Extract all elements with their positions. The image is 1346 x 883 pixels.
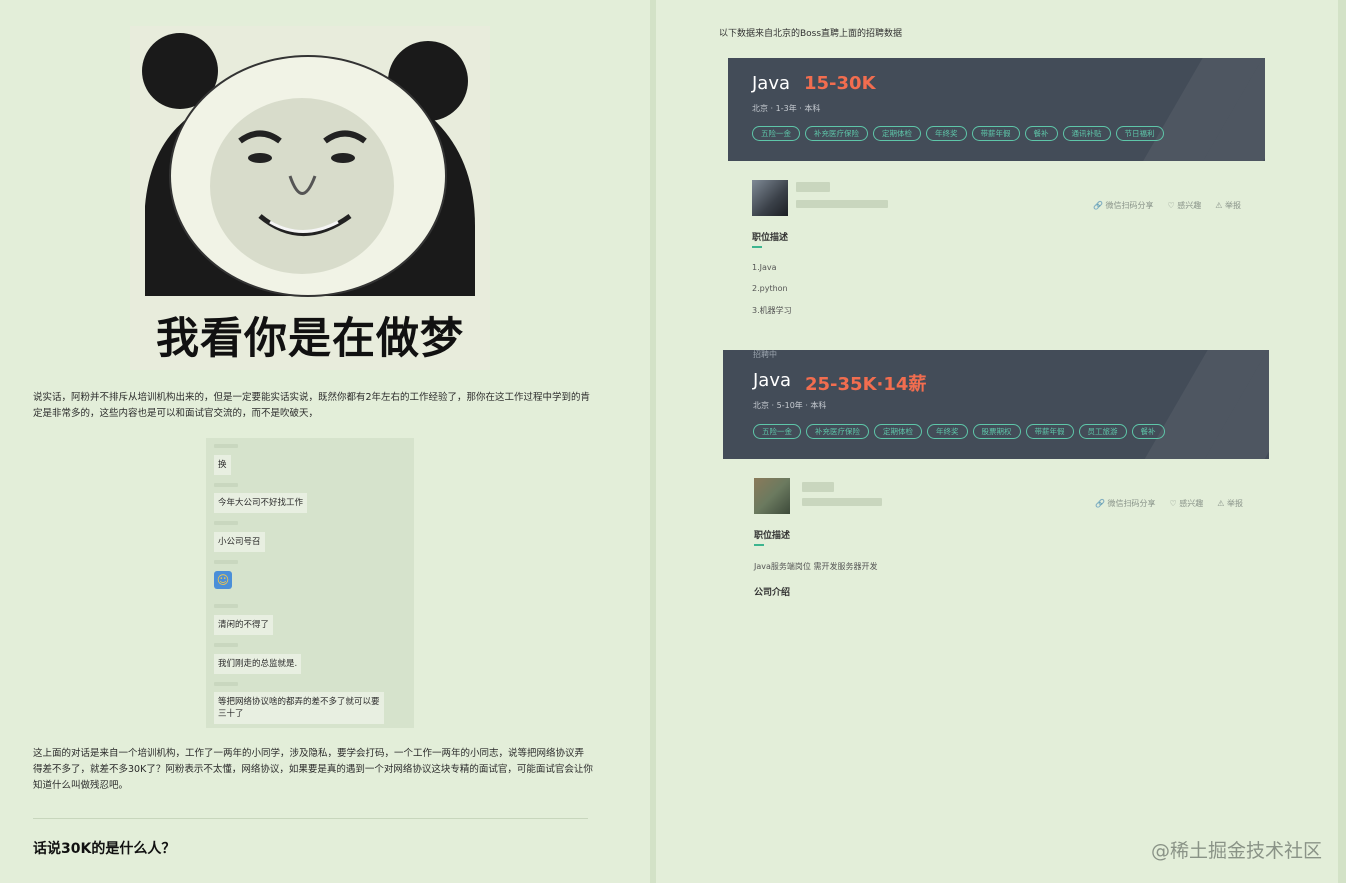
share-link[interactable]: 🔗 微信扫码分享 [1095, 498, 1156, 509]
job-desc-line: 3.机器学习 [752, 306, 792, 315]
benefit-tag: 年终奖 [927, 424, 968, 439]
chat-message: 换 [214, 455, 231, 475]
section-title-company: 公司介绍 [754, 588, 791, 598]
benefit-tags: 五险一金 补充医疗保险 定期体检 年终奖 股票期权 带薪年假 员工旅游 餐补 [753, 424, 1165, 439]
blurred-name [214, 604, 238, 608]
blurred-name [796, 182, 830, 192]
job-desc-line: 2.python [752, 284, 788, 293]
avatar [752, 180, 788, 216]
section-title: 职位描述 [754, 531, 791, 541]
section-title: 职位描述 [752, 233, 789, 243]
blurred-name [214, 560, 238, 564]
job-salary: 15-30K [804, 73, 876, 94]
benefit-tag: 员工旅游 [1078, 424, 1127, 439]
emoji-icon: ☺ [214, 571, 232, 589]
chat-message: 清闲的不得了 [214, 615, 274, 635]
blurred-name [214, 444, 238, 448]
benefit-tag: 餐补 [1024, 126, 1058, 141]
page-edge [1338, 0, 1346, 883]
panda-meme-image: 我看你是在做梦 [130, 26, 490, 370]
chat-message: 我们刚走的总监就是. [214, 654, 302, 674]
blurred-info [796, 200, 888, 208]
blurred-name [214, 521, 238, 525]
report-label: 举报 [1226, 499, 1243, 508]
chat-message: 今年大公司不好找工作 [214, 493, 308, 513]
benefit-tag: 带薪年假 [1025, 424, 1074, 439]
section-underline [752, 246, 762, 248]
benefit-tag: 节日福利 [1115, 126, 1164, 141]
job-desc-line: 1.Java [752, 263, 777, 272]
job-actions: 🔗 微信扫码分享 ♡ 感兴趣 ⚠ 举报 [1095, 498, 1243, 509]
job-banner-1: Java 15-30K 北京 · 1-3年 · 本科 五险一金 补充医疗保险 定… [728, 58, 1265, 161]
meme-caption: 我看你是在做梦 [156, 314, 464, 364]
job-meta: 北京 · 5-10年 · 本科 [753, 401, 827, 410]
benefit-tag: 定期体检 [874, 424, 922, 439]
job-meta: 北京 · 1-3年 · 本科 [752, 104, 821, 113]
paragraph-1: 说实话，阿粉并不排斥从培训机构出来的，但是一定要能实话实说，既然你都有2年左右的… [33, 392, 591, 419]
interest-button[interactable]: ♡ 感兴趣 [1170, 498, 1204, 509]
section-underline [754, 544, 764, 546]
job-actions: 🔗 微信扫码分享 ♡ 感兴趣 ⚠ 举报 [1093, 200, 1241, 211]
chat-message: 等把网络协议啥的都弄的差不多了就可以要三十了 [214, 692, 384, 724]
benefit-tag: 五险一金 [752, 126, 800, 141]
job-status: 招聘中 [753, 350, 777, 359]
blurred-name [214, 483, 238, 487]
share-label: 微信扫码分享 [1105, 201, 1154, 210]
intro-text: 以下数据来自北京的Boss直聘上面的招聘数据 [719, 29, 903, 39]
interest-button[interactable]: ♡ 感兴趣 [1168, 200, 1202, 211]
chat-screenshot: 换 今年大公司不好找工作 小公司号召 ☺ 清闲的不得了 我们刚走的总监就是. 等… [206, 438, 414, 728]
job-title: Java [752, 73, 791, 94]
blurred-name [214, 643, 238, 647]
job-salary: 25-35K·14薪 [805, 374, 927, 395]
job-title: Java [753, 370, 792, 391]
job-banner-2: 招聘中 Java 25-35K·14薪 北京 · 5-10年 · 本科 五险一金… [723, 350, 1269, 459]
blurred-name [214, 682, 238, 686]
benefit-tags: 五险一金 补充医疗保险 定期体检 年终奖 带薪年假 餐补 通讯补贴 节日福利 [752, 126, 1164, 141]
watermark: @稀土掘金技术社区 [1150, 840, 1322, 862]
benefit-tag: 补充医疗保险 [806, 424, 869, 439]
benefit-tag: 通讯补贴 [1062, 126, 1111, 141]
divider-line [33, 818, 588, 819]
interest-label: 感兴趣 [1177, 201, 1202, 210]
paragraph-2: 这上面的对话是来自一个培训机构，工作了一两年的小同学，涉及隐私，要学会打码，一个… [33, 748, 593, 791]
share-link[interactable]: 🔗 微信扫码分享 [1093, 200, 1154, 211]
share-label: 微信扫码分享 [1107, 499, 1156, 508]
report-button[interactable]: ⚠ 举报 [1215, 200, 1241, 211]
report-label: 举报 [1224, 201, 1241, 210]
left-page: 我看你是在做梦 说实话，阿粉并不排斥从培训机构出来的，但是一定要能实话实说，既然… [0, 0, 650, 883]
benefit-tag: 带薪年假 [971, 126, 1020, 141]
benefit-tag: 股票期权 [972, 424, 1021, 439]
blurred-name [802, 482, 834, 492]
job-desc-line: Java服务端岗位 需开发服务器开发 [754, 562, 878, 571]
report-button[interactable]: ⚠ 举报 [1217, 498, 1243, 509]
benefit-tag: 年终奖 [926, 126, 967, 141]
blurred-info [802, 498, 882, 506]
avatar [754, 478, 790, 514]
interest-label: 感兴趣 [1179, 499, 1204, 508]
benefit-tag: 五险一金 [753, 424, 801, 439]
chat-message: 小公司号召 [214, 532, 265, 552]
benefit-tag: 餐补 [1131, 424, 1165, 439]
benefit-tag: 定期体检 [873, 126, 921, 141]
benefit-tag: 补充医疗保险 [805, 126, 868, 141]
section-heading: 话说30K的是什么人？ [33, 841, 176, 857]
